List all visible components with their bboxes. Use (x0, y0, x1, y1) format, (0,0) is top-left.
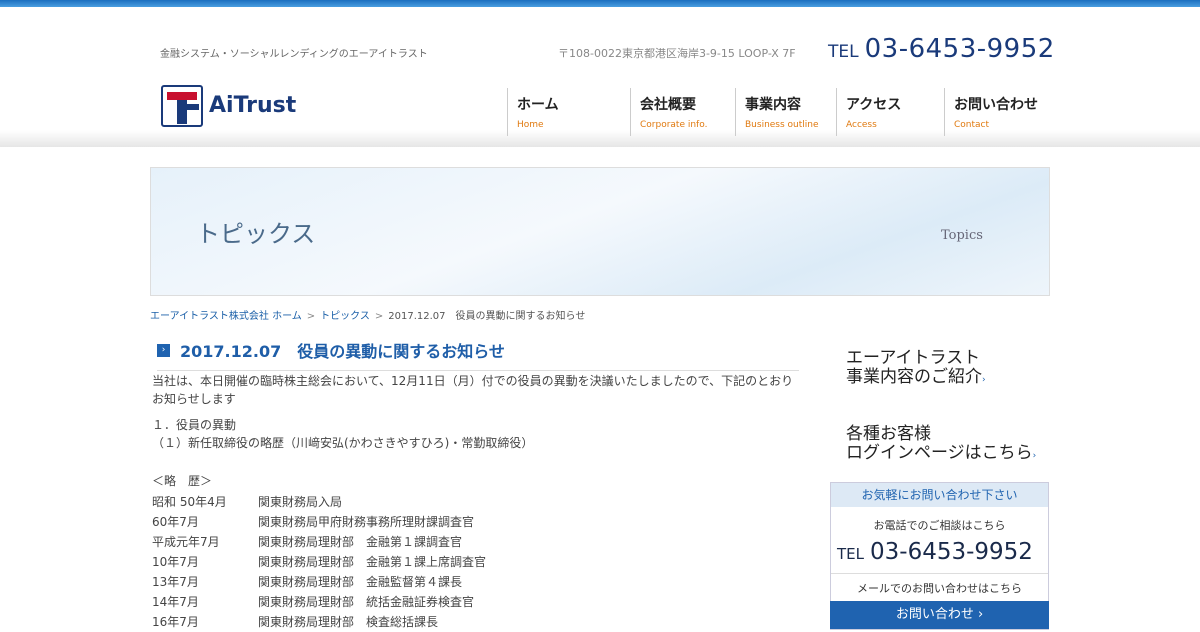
business-link-line2: 事業内容のご紹介 (846, 367, 982, 387)
nav-label: アクセス (846, 97, 902, 113)
nav-sublabel: Home (517, 120, 544, 130)
post-title-text: 2017.12.07 役員の異動に関するお知らせ (180, 342, 505, 361)
nav-label: 会社概要 (640, 97, 696, 113)
nav-label: ホーム (517, 97, 559, 113)
site-logo[interactable]: AiTrust (161, 85, 296, 129)
business-link-line1: エーアイトラスト (846, 348, 981, 368)
history-date: 16年7月 (152, 615, 199, 629)
history-date: 13年7月 (152, 575, 199, 589)
history-desc: 関東財務局甲府財務事務所理財課調査官 (258, 515, 475, 529)
history-desc: 関東財務局理財部 検査総括課長 (258, 615, 439, 629)
history-list: 昭和 50年4月 関東財務局入局 60年7月 関東財務局甲府財務事務所理財課調査官 … (152, 492, 802, 632)
nav-item-company[interactable]: 会社概要 Corporate info. (630, 88, 735, 136)
page-hero-banner: トピックス Topics (150, 167, 1050, 296)
history-desc: 関東財務局理財部 統括金融証券検査官 (258, 595, 475, 609)
history-desc: 関東財務局理財部 金融監督第４課長 (258, 575, 463, 589)
nav-sublabel: Business outline (745, 120, 819, 130)
login-link-line1: 各種お客様 (846, 424, 931, 444)
contact-panel-header: お気軽にお問い合わせ下さい (831, 483, 1048, 507)
post-body: 当社は、本日開催の臨時株主総会において、12月11日（月）付での役員の異動を決議… (152, 372, 802, 632)
history-row: 10年7月 関東財務局理財部 金融第１課上席調査官 (152, 552, 802, 572)
history-desc: 関東財務局入局 (258, 495, 343, 509)
breadcrumb-home-link[interactable]: エーアイトラスト株式会社 ホーム (150, 311, 302, 322)
main-nav: ホーム Home 会社概要 Corporate info. 事業内容 Busin… (507, 88, 1048, 136)
nav-label: 事業内容 (745, 97, 801, 113)
chevron-right-icon: › (1032, 451, 1037, 461)
history-date: 60年7月 (152, 515, 199, 529)
logo-text: AiTrust (209, 93, 297, 118)
business-intro-link[interactable]: エーアイトラスト 事業内容のご紹介› (846, 349, 986, 390)
contact-button[interactable]: お問い合わせ › (830, 601, 1049, 629)
history-heading: ＜略 歴＞ (152, 474, 213, 488)
chevron-right-icon: › (157, 343, 170, 357)
history-desc: 関東財務局理財部 金融第１課上席調査官 (258, 555, 487, 569)
nav-item-business[interactable]: 事業内容 Business outline (735, 88, 836, 136)
nav-item-access[interactable]: アクセス Access (836, 88, 944, 136)
nav-label: お問い合わせ (954, 97, 1038, 113)
company-address: 〒108-0022東京都港区海岸3-9-15 LOOP-X 7F (558, 47, 796, 60)
post-item-heading: １．役員の異動 (152, 418, 237, 432)
contact-phone: TEL 03-6453-9952 (837, 539, 1048, 565)
history-date: 昭和 50年4月 (152, 495, 227, 509)
history-row: 60年7月 関東財務局甲府財務事務所理財課調査官 (152, 512, 802, 532)
history-row: 昭和 50年4月 関東財務局入局 (152, 492, 802, 512)
tel-label: TEL (837, 545, 864, 563)
history-date: 10年7月 (152, 555, 199, 569)
logo-mark-icon (161, 85, 203, 127)
hero-title: トピックス (196, 220, 316, 248)
breadcrumb-separator: > (306, 311, 316, 322)
post-intro: 当社は、本日開催の臨時株主総会において、12月11日（月）付での役員の異動を決議… (152, 374, 794, 406)
post-title: › 2017.12.07 役員の異動に関するお知らせ (157, 338, 799, 371)
nav-sublabel: Contact (954, 120, 990, 130)
nav-item-home[interactable]: ホーム Home (507, 88, 630, 136)
nav-sublabel: Access (846, 120, 877, 130)
divider (831, 573, 1048, 574)
top-accent-bar (0, 0, 1200, 7)
post-item-subheading: （１）新任取締役の略歴（川﨑安弘(かわさきやすひろ)・常勤取締役） (152, 436, 534, 450)
chevron-right-icon: › (982, 375, 986, 385)
tel-number: 03-6453-9952 (864, 34, 1055, 64)
site-tagline: 金融システム・ソーシャルレンディングのエーアイトラスト (160, 49, 428, 60)
customer-login-link[interactable]: 各種お客様 ログインページはこちら› (846, 425, 1036, 466)
nav-item-contact[interactable]: お問い合わせ Contact (944, 88, 1048, 136)
history-desc: 関東財務局理財部 金融第１課調査官 (258, 535, 463, 549)
history-row: 平成元年7月 関東財務局理財部 金融第１課調査官 (152, 532, 802, 552)
breadcrumb-current: 2017.12.07 役員の異動に関するお知らせ (388, 311, 586, 322)
header-phone: TEL 03-6453-9952 (828, 34, 1055, 64)
history-row: 13年7月 関東財務局理財部 金融監督第４課長 (152, 572, 802, 592)
history-date: 14年7月 (152, 595, 199, 609)
contact-panel: お気軽にお問い合わせ下さい お電話でのご相談はこちら TEL 03-6453-99… (830, 482, 1049, 630)
history-row: 14年7月 関東財務局理財部 統括金融証券検査官 (152, 592, 802, 612)
hero-subtitle: Topics (941, 228, 983, 243)
nav-sublabel: Corporate info. (640, 120, 708, 130)
mail-inquiry-label: メールでのお問い合わせはこちら (857, 582, 1022, 595)
breadcrumb: エーアイトラスト株式会社 ホーム > トピックス >2017.12.07 役員の異動に… (150, 307, 585, 322)
tel-number: 03-6453-9952 (870, 539, 1033, 565)
breadcrumb-topics-link[interactable]: トピックス (320, 311, 370, 322)
login-link-line2: ログインページはこちら (846, 443, 1033, 463)
history-date: 平成元年7月 (152, 535, 220, 549)
phone-consult-label: お電話でのご相談はこちら (873, 519, 1006, 532)
history-row: 16年7月 関東財務局理財部 検査総括課長 (152, 612, 802, 632)
tel-label: TEL (828, 42, 859, 62)
breadcrumb-separator: > (374, 311, 384, 322)
